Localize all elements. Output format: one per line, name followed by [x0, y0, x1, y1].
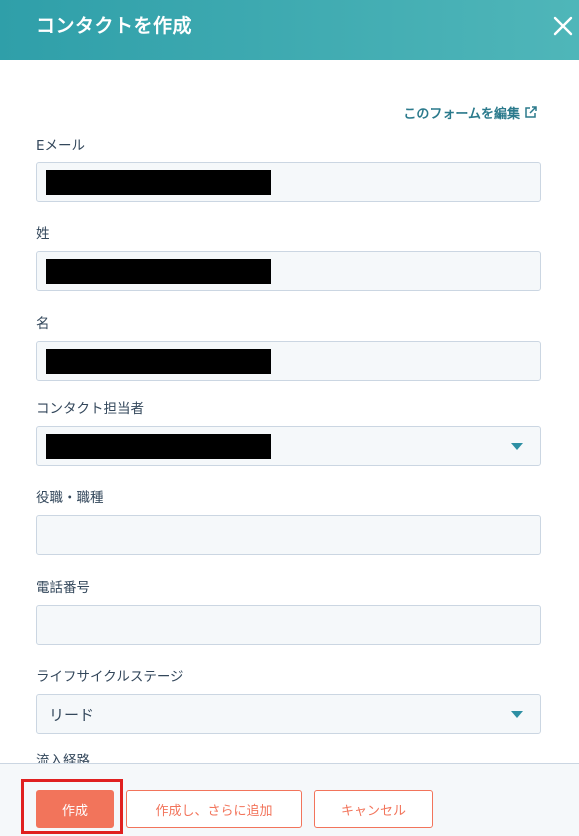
close-button[interactable]: [547, 10, 579, 42]
phone-label: 電話番号: [36, 580, 90, 596]
contact-owner-label: コンタクト担当者: [36, 401, 144, 417]
dialog-header: コンタクトを作成: [0, 0, 579, 60]
redacted-value: [46, 170, 271, 195]
lifecycle-stage-value: リード: [49, 706, 95, 724]
job-title-field[interactable]: [36, 515, 541, 555]
edit-form-link-label: このフォームを編集: [403, 107, 520, 122]
chevron-down-icon: [511, 443, 523, 450]
lastname-label: 姓: [36, 226, 50, 242]
lifecycle-stage-select[interactable]: リード: [36, 694, 541, 734]
phone-field[interactable]: [36, 605, 541, 645]
firstname-field[interactable]: [36, 341, 541, 381]
dialog-title: コンタクトを作成: [36, 15, 193, 37]
email-field[interactable]: [36, 162, 541, 202]
redacted-value: [46, 349, 271, 374]
chevron-down-icon: [511, 711, 523, 718]
form-body[interactable]: このフォームを編集 Eメール 姓 名 コンタクト担当者 役職・職種 電話番号 ラ…: [0, 60, 579, 763]
lifecycle-stage-label: ライフサイクルステージ: [36, 669, 184, 685]
redacted-value: [46, 434, 271, 459]
highlight-annotation: [21, 779, 123, 834]
external-link-icon: [525, 106, 537, 118]
create-and-add-another-button[interactable]: 作成し、さらに追加: [126, 790, 302, 828]
firstname-label: 名: [36, 316, 50, 332]
edit-form-link[interactable]: このフォームを編集: [403, 103, 537, 122]
cancel-button[interactable]: キャンセル: [314, 790, 433, 828]
email-label: Eメール: [36, 138, 86, 154]
lead-source-label: 流入経路: [36, 753, 90, 763]
redacted-value: [46, 259, 271, 284]
job-title-label: 役職・職種: [36, 490, 104, 506]
close-icon: [553, 16, 573, 36]
contact-owner-select[interactable]: [36, 426, 541, 466]
lastname-field[interactable]: [36, 251, 541, 291]
